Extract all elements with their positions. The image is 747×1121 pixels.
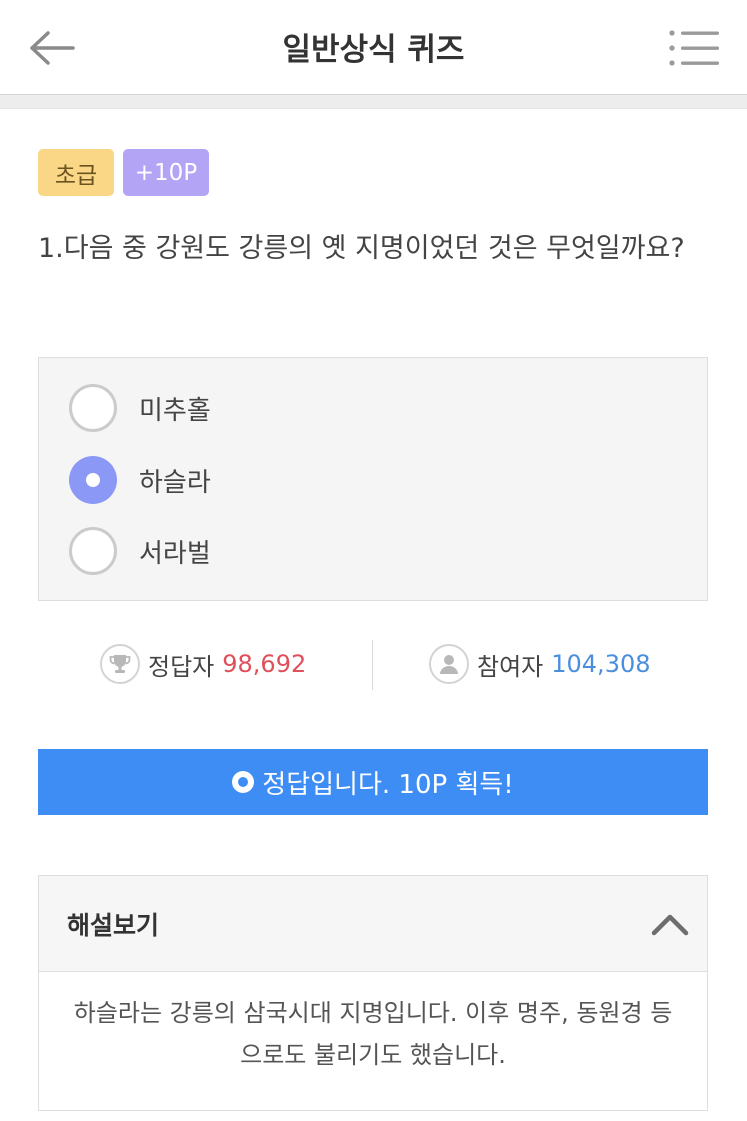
option-item[interactable]: 서라벌 xyxy=(69,526,211,576)
radio-button[interactable] xyxy=(69,384,117,432)
radio-button[interactable] xyxy=(69,527,117,575)
radio-button-selected[interactable] xyxy=(69,456,117,504)
person-icon xyxy=(429,644,469,684)
correct-stat: 정답자 98,692 xyxy=(100,638,306,690)
header-divider xyxy=(0,94,747,109)
explanation-header[interactable]: 해설보기 xyxy=(39,876,707,972)
correct-label: 정답자 xyxy=(148,652,215,681)
explanation-text: 하슬라는 강릉의 삼국시대 지명입니다. 이후 명주, 동원경 등으로도 불리기… xyxy=(73,999,673,1069)
trophy-icon xyxy=(100,644,140,684)
radio-dot xyxy=(86,473,100,487)
participants-stat: 참여자 104,308 xyxy=(429,638,651,690)
app-header: 일반상식 퀴즈 xyxy=(0,0,747,94)
menu-button[interactable] xyxy=(667,26,723,72)
quiz-badges: 초급 +10P xyxy=(38,149,209,196)
option-item[interactable]: 미추홀 xyxy=(69,383,211,433)
participants-label: 참여자 xyxy=(477,652,544,681)
option-label: 서라벌 xyxy=(139,538,211,569)
circle-check-icon xyxy=(232,771,255,793)
chevron-up-icon[interactable] xyxy=(651,906,689,940)
result-text: 정답입니다. 10P 획득! xyxy=(262,769,514,800)
points-badge: +10P xyxy=(123,149,209,196)
option-item-selected[interactable]: 하슬라 xyxy=(69,455,211,505)
result-banner: 정답입니다. 10P 획득! xyxy=(38,749,708,815)
list-menu-icon xyxy=(669,30,719,66)
level-badge: 초급 xyxy=(38,149,114,196)
page-title: 일반상식 퀴즈 xyxy=(282,32,465,68)
question-text: 1.다음 중 강원도 강릉의 옛 지명이었던 것은 무엇일까요? xyxy=(38,233,685,264)
option-label: 하슬라 xyxy=(139,467,211,498)
participants-count: 104,308 xyxy=(551,650,651,678)
answer-options: 미추홀 하슬라 서라벌 xyxy=(38,357,708,601)
option-label: 미추홀 xyxy=(139,395,211,426)
correct-count: 98,692 xyxy=(222,650,307,678)
stats-divider xyxy=(372,640,373,690)
quiz-stats: 정답자 98,692 참여자 104,308 xyxy=(38,638,708,690)
explanation-title: 해설보기 xyxy=(67,911,160,940)
explanation-panel: 해설보기 하슬라는 강릉의 삼국시대 지명입니다. 이후 명주, 동원경 등으로… xyxy=(38,875,708,1111)
